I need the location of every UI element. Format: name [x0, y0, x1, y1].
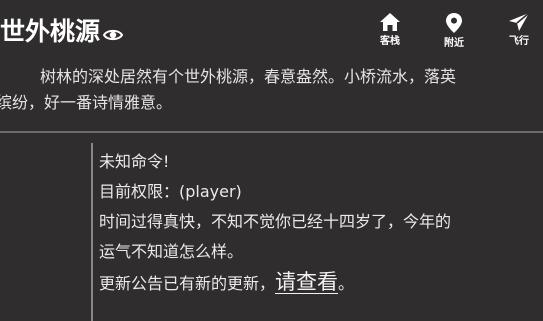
screen: 世外桃源 客栈 附近 飞行 树林的深处居然有个世外桃源，春意盎然。小桥流水，落英… [0, 0, 543, 321]
home-icon [379, 12, 401, 32]
nav-fly-button[interactable]: 飞行 [499, 12, 539, 48]
eye-icon[interactable] [102, 27, 124, 41]
nav-inn-label: 客栈 [380, 36, 400, 47]
description-line: 树林的深处居然有个世外桃源，春意盎然。小桥流水，落英 [40, 67, 457, 86]
section-divider [0, 131, 543, 133]
header: 世外桃源 客栈 附近 飞行 [0, 0, 543, 62]
nav-fly-label: 飞行 [509, 36, 529, 47]
paper-plane-icon [508, 12, 530, 32]
console-line: 时间过得真快，不知不觉你已经十四岁了，今年的 [99, 212, 452, 231]
nav-nearby-label: 附近 [444, 38, 464, 49]
console-line: 未知命令! [99, 152, 170, 171]
title-area: 世外桃源 [0, 14, 124, 50]
description-line: 缤纷，好一番诗情雅意。 [0, 93, 173, 112]
console-line-update: 更新公告已有新的更新，请查看。 [99, 267, 543, 297]
nav-nearby-button[interactable]: 附近 [434, 12, 474, 50]
console-output: 未知命令! 目前权限：(player) 时间过得真快，不知不觉你已经十四岁了，今… [99, 147, 543, 297]
update-notice-suffix: 。 [338, 274, 355, 293]
view-update-link[interactable]: 请查看 [275, 270, 338, 294]
update-notice-text: 更新公告已有新的更新， [99, 274, 276, 293]
console-border [91, 143, 93, 321]
location-pin-icon [445, 12, 463, 34]
page-title: 世外桃源 [0, 17, 101, 46]
console-line: 运气不知道怎么样。 [99, 242, 244, 261]
console-line: 目前权限：(player) [99, 182, 242, 201]
location-description: 树林的深处居然有个世外桃源，春意盎然。小桥流水，落英 缤纷，好一番诗情雅意。 [0, 63, 543, 127]
nav-inn-button[interactable]: 客栈 [370, 12, 410, 48]
